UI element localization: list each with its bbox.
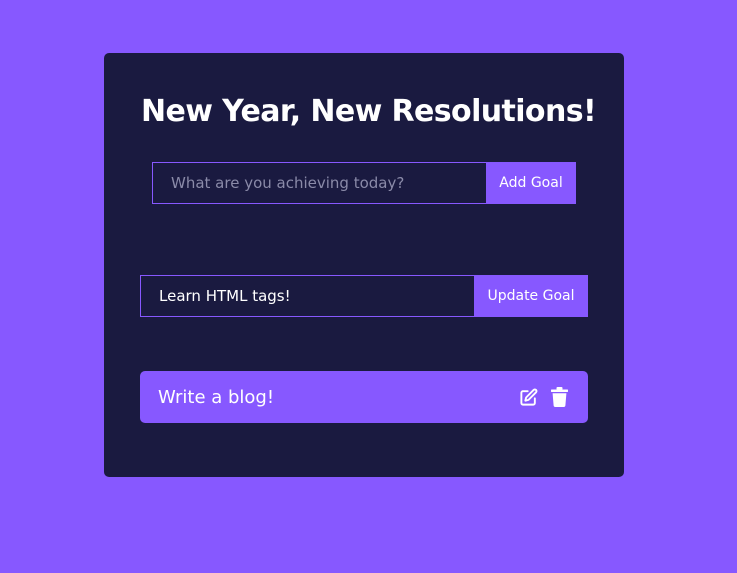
add-goal-button[interactable]: Add Goal — [486, 162, 576, 204]
update-goal-form: Update Goal — [140, 275, 588, 317]
todo-item: Write a blog! — [140, 371, 588, 423]
goal-input[interactable] — [152, 162, 486, 204]
update-goal-button[interactable]: Update Goal — [474, 275, 588, 317]
page-title: New Year, New Resolutions! — [140, 94, 597, 129]
trash-icon[interactable] — [548, 386, 570, 408]
add-goal-form: Add Goal — [152, 162, 576, 204]
update-goal-input[interactable] — [140, 275, 474, 317]
edit-icon[interactable] — [517, 386, 539, 408]
todo-text: Write a blog! — [158, 386, 275, 408]
